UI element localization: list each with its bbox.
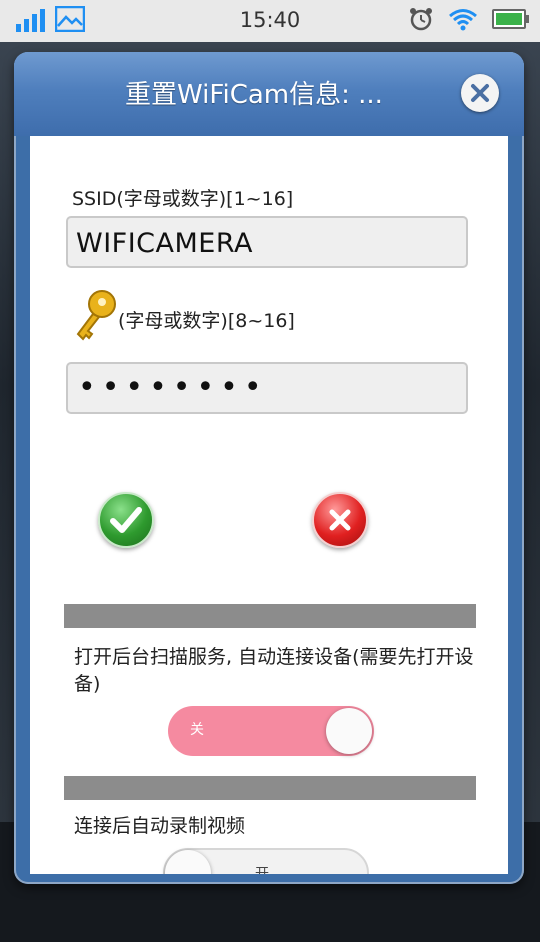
password-label: (字母或数字)[8~16] xyxy=(118,310,295,332)
ssid-label: SSID(字母或数字)[1~16] xyxy=(72,188,294,210)
status-bar: 15:40 xyxy=(0,0,540,42)
cancel-button[interactable] xyxy=(312,492,368,548)
section-divider xyxy=(64,776,476,800)
section-divider xyxy=(64,604,476,628)
dialog-title: 重置WiFiCam信息: ... xyxy=(125,80,383,110)
ssid-value: WIFICAMERA xyxy=(76,228,253,259)
auto-record-label: 连接后自动录制视频 xyxy=(74,815,246,837)
auto-record-toggle[interactable]: 开 xyxy=(163,848,369,874)
password-value: •••••••• xyxy=(78,370,268,405)
password-input[interactable]: •••••••• xyxy=(66,362,468,414)
reset-wificam-dialog: 重置WiFiCam信息: ... SSID(字母或数字)[1~16] WIFIC… xyxy=(14,52,524,884)
confirm-button[interactable] xyxy=(98,492,154,548)
battery-icon xyxy=(492,9,529,29)
status-right-icons xyxy=(408,6,529,32)
x-icon xyxy=(329,509,351,531)
key-icon xyxy=(76,290,116,341)
toggle-state-text: 开 xyxy=(255,866,269,874)
close-icon xyxy=(471,84,489,102)
scan-service-toggle[interactable]: 关 xyxy=(168,706,374,756)
scan-service-label: 打开后台扫描服务, 自动连接设备(需要先打开设备) xyxy=(74,646,474,695)
alarm-icon xyxy=(410,8,432,31)
toggle-knob xyxy=(326,708,372,754)
toggle-knob xyxy=(165,850,211,874)
dialog-body: SSID(字母或数字)[1~16] WIFICAMERA (字母或数字)[8~1… xyxy=(30,136,508,874)
wifi-icon xyxy=(449,9,477,31)
close-button[interactable] xyxy=(461,74,499,112)
ssid-input[interactable]: WIFICAMERA xyxy=(66,216,468,268)
toggle-state-text: 关 xyxy=(190,722,204,738)
dialog-header: 重置WiFiCam信息: ... xyxy=(14,52,524,136)
check-icon xyxy=(110,507,142,533)
